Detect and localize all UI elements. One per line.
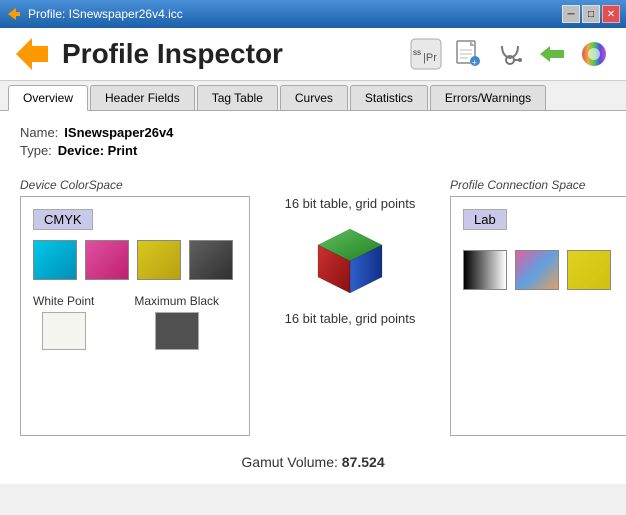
max-black-label: Maximum Black: [134, 294, 219, 308]
sspr-button[interactable]: ss |Pr: [408, 36, 444, 72]
app-logo-icon: [14, 36, 50, 72]
white-point-swatch: [42, 312, 86, 350]
lab-label: Lab: [463, 209, 507, 230]
lut-section: 16 bit table, grid points: [250, 196, 450, 336]
lut-label-bottom: 16 bit table, grid points: [285, 311, 416, 326]
tab-bar: Overview Header Fields Tag Table Curves …: [0, 81, 626, 111]
app-header: Profile Inspector ss |Pr +: [0, 28, 626, 81]
max-black-swatch: [155, 312, 199, 350]
sspr-icon: ss |Pr: [409, 37, 443, 71]
pcs-label: Profile Connection Space: [450, 178, 585, 192]
tab-header-fields[interactable]: Header Fields: [90, 85, 195, 110]
compare-icon: [536, 38, 568, 70]
device-colorspace-label: Device ColorSpace: [20, 178, 123, 192]
pcs-wrapper: Profile Connection Space Lab: [450, 196, 626, 436]
content-area: Name: ISnewspaper26v4 Type: Device: Prin…: [0, 111, 626, 484]
close-btn[interactable]: ✕: [602, 5, 620, 23]
svg-text:ss: ss: [413, 48, 421, 57]
bw-swatch: [463, 250, 507, 290]
title-bar-left: Profile: ISnewspaper26v4.icc: [6, 6, 183, 22]
app-title: Profile Inspector: [62, 38, 283, 70]
yellow-swatch: [137, 240, 181, 280]
compare-button[interactable]: [534, 36, 570, 72]
color-cube: [310, 221, 390, 301]
rainbow-swatch: [515, 250, 559, 290]
title-bar: Profile: ISnewspaper26v4.icc ─ □ ✕: [0, 0, 626, 28]
pcs-swatches: [463, 250, 626, 290]
magenta-swatch: [85, 240, 129, 280]
device-colorspace-wrapper: Device ColorSpace CMYK White Point Maxim…: [20, 196, 250, 436]
color-cube-icon: [310, 221, 390, 301]
app-title-group: Profile Inspector: [14, 36, 283, 72]
gamut-button[interactable]: [576, 36, 612, 72]
name-value: ISnewspaper26v4: [64, 125, 173, 140]
cyan-swatch: [33, 240, 77, 280]
title-bar-icon: [6, 6, 22, 22]
gamut-icon: [578, 38, 610, 70]
key-swatch: [189, 240, 233, 280]
device-colorspace-box: CMYK White Point Maximum Black: [20, 196, 250, 436]
gamut-value: 87.524: [342, 454, 385, 470]
svg-text:+: +: [472, 58, 477, 67]
type-value: Device: Print: [58, 143, 137, 158]
name-label: Name:: [20, 125, 58, 140]
tab-overview[interactable]: Overview: [8, 85, 88, 111]
minimize-btn[interactable]: ─: [562, 5, 580, 23]
check-button[interactable]: [492, 36, 528, 72]
gamut-row: Gamut Volume: 87.524: [20, 454, 606, 470]
gamut-label: Gamut Volume:: [241, 454, 338, 470]
white-point-label: White Point: [33, 294, 94, 308]
white-point-group: White Point: [33, 294, 94, 350]
color-spaces-row: Device ColorSpace CMYK White Point Maxim…: [20, 176, 606, 436]
check-icon: [494, 38, 526, 70]
name-row: Name: ISnewspaper26v4: [20, 125, 606, 140]
max-black-group: Maximum Black: [134, 294, 219, 350]
tab-statistics[interactable]: Statistics: [350, 85, 428, 110]
tab-curves[interactable]: Curves: [280, 85, 348, 110]
type-label: Type:: [20, 143, 52, 158]
cmyk-swatches: [33, 240, 237, 280]
tab-errors-warnings[interactable]: Errors/Warnings: [430, 85, 546, 110]
toolbar-icons: ss |Pr +: [408, 36, 612, 72]
open-file-icon: +: [452, 38, 484, 70]
tab-tag-table[interactable]: Tag Table: [197, 85, 278, 110]
type-row: Type: Device: Print: [20, 143, 606, 158]
white-black-row: White Point Maximum Black: [33, 294, 237, 350]
pcs-box: Lab: [450, 196, 626, 436]
profile-info: Name: ISnewspaper26v4 Type: Device: Prin…: [20, 125, 606, 158]
svg-text:|Pr: |Pr: [423, 52, 437, 64]
yellow2-swatch: [567, 250, 611, 290]
title-bar-controls: ─ □ ✕: [562, 5, 620, 23]
window-title: Profile: ISnewspaper26v4.icc: [28, 7, 183, 21]
cmyk-label: CMYK: [33, 209, 93, 230]
maximize-btn[interactable]: □: [582, 5, 600, 23]
lut-label-top: 16 bit table, grid points: [285, 196, 416, 211]
open-file-button[interactable]: +: [450, 36, 486, 72]
